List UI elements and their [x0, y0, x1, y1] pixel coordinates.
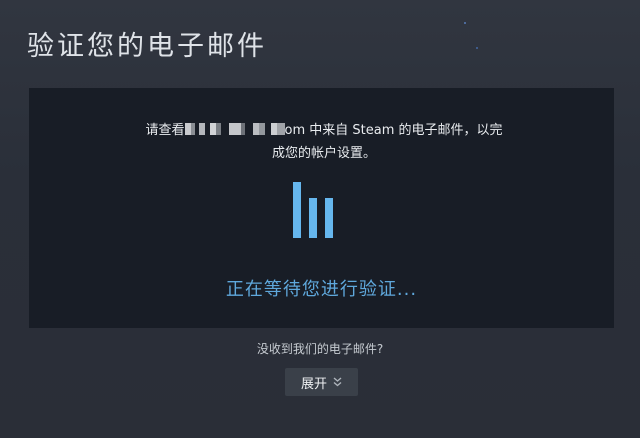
double-chevron-down-icon — [333, 377, 342, 387]
verification-panel: 请查看 om 中来自 Steam 的电子邮件，以完 成您的帐户设置。 正在等待您进… — [29, 88, 614, 328]
message-prefix: 请查看 — [145, 123, 185, 138]
instruction-line-1: 请查看 om 中来自 Steam 的电子邮件，以完 — [89, 119, 559, 142]
message-email-suffix: om — [284, 123, 306, 138]
loader-bar — [293, 182, 301, 238]
redacted-email — [184, 123, 285, 135]
loader-bar — [325, 198, 333, 238]
message-rest: 中来自 Steam 的电子邮件，以完 — [305, 123, 503, 138]
waiting-status-text: 正在等待您进行验证... — [225, 279, 418, 300]
decorative-dot — [476, 47, 478, 49]
expand-button-label: 展开 — [300, 376, 327, 392]
no-email-prompt: 没收到我们的电子邮件? — [256, 342, 384, 356]
verify-email-page: 验证您的电子邮件 请查看 om 中来自 Steam 的电子邮件，以完 成您的帐户设… — [0, 0, 640, 438]
decorative-dot — [464, 22, 466, 24]
steam-loading-bars-icon — [293, 182, 339, 238]
loader-bar — [309, 198, 317, 238]
instruction-message: 请查看 om 中来自 Steam 的电子邮件，以完 成您的帐户设置。 — [89, 119, 559, 165]
instruction-line-2: 成您的帐户设置。 — [271, 146, 376, 161]
expand-button[interactable]: 展开 — [285, 368, 358, 396]
page-title: 验证您的电子邮件 — [27, 31, 267, 62]
